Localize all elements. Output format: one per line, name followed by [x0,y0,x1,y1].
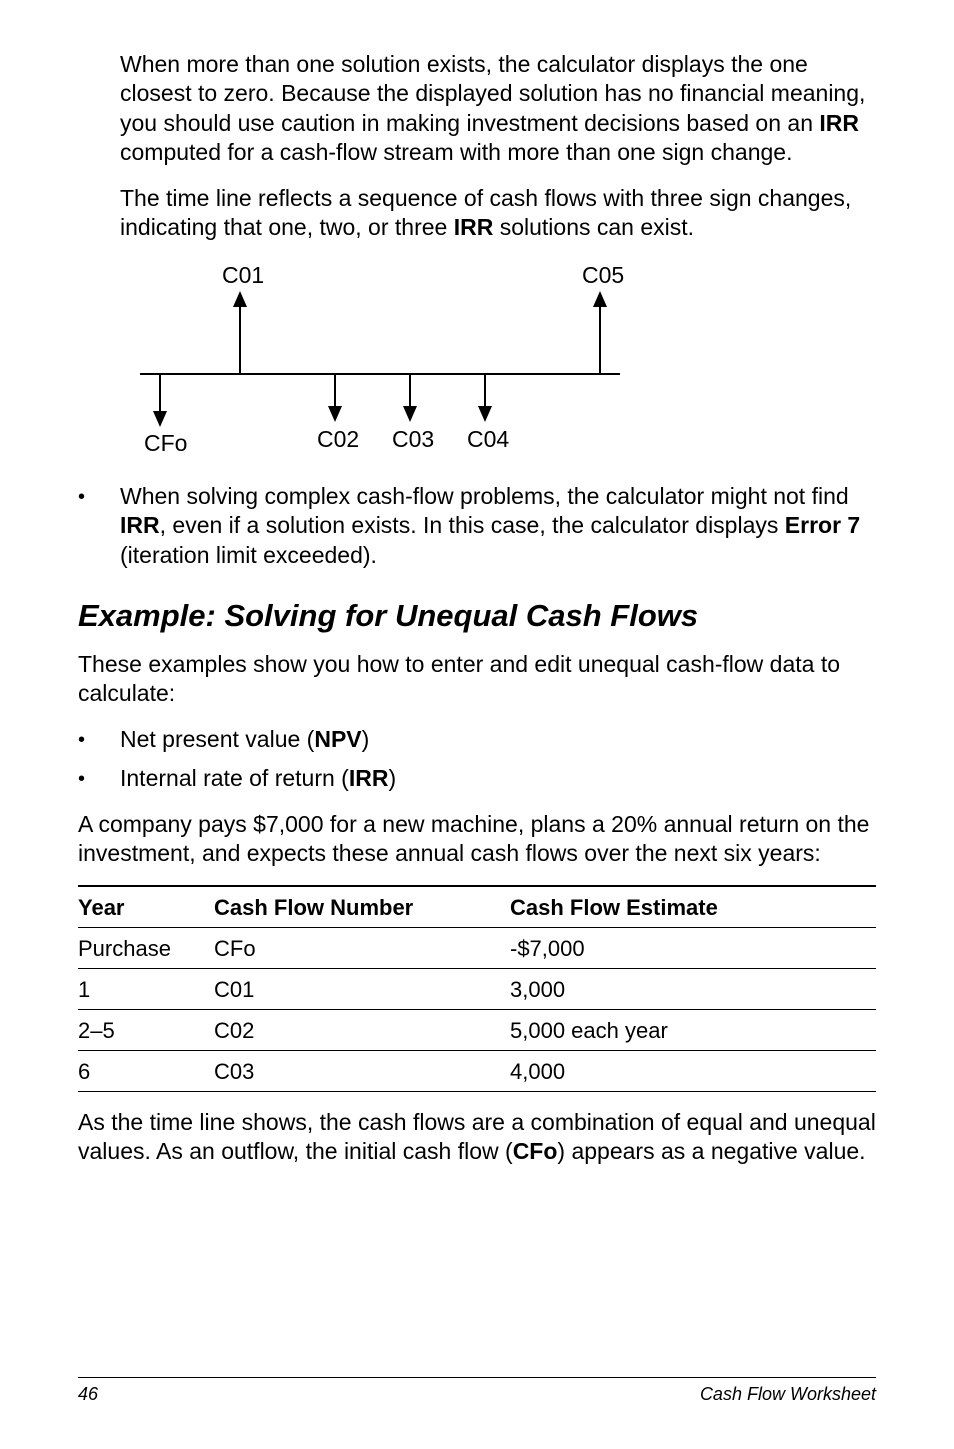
cell-year: 1 [78,968,214,1009]
table-row: Purchase CFo -$7,000 [78,927,876,968]
diagram-label-c02: C02 [317,426,359,452]
cell-cfn: CFo [214,927,510,968]
text: , even if a solution exists. In this cas… [160,512,785,538]
text: computed for a cash-flow stream with mor… [120,139,792,165]
text: ) appears as a negative value. [557,1138,865,1164]
diagram-label-c04: C04 [467,426,509,452]
cell-year: 6 [78,1050,214,1091]
bullet-icon [78,725,120,754]
table-row: 6 C03 4,000 [78,1050,876,1091]
text: ) [388,765,396,791]
diagram-label-c01: C01 [222,262,264,288]
cell-cfe: 5,000 each year [510,1009,876,1050]
bullet-complex-cashflow: When solving complex cash-flow problems,… [78,482,876,570]
diagram-label-cfo: CFo [144,430,187,456]
bullet-icon [78,482,120,570]
company-paragraph: A company pays $7,000 for a new machine,… [78,810,876,869]
irr-bold: IRR [819,110,859,136]
cell-cfe: -$7,000 [510,927,876,968]
irr-bold: IRR [120,512,160,538]
cashflow-table: Year Cash Flow Number Cash Flow Estimate… [78,885,876,1092]
bullet-irr: Internal rate of return (IRR) [78,764,876,793]
table-header-cfe: Cash Flow Estimate [510,886,876,928]
intro-paragraph: These examples show you how to enter and… [78,650,876,709]
table-header-cfn: Cash Flow Number [214,886,510,928]
paragraph-irr-caution: When more than one solution exists, the … [120,50,876,168]
cashflow-timeline-diagram: CFo C01 C02 C03 C04 C05 [120,259,640,464]
text: (iteration limit exceeded). [120,542,377,568]
closing-paragraph: As the time line shows, the cash flows a… [78,1108,876,1167]
footer-title: Cash Flow Worksheet [700,1384,876,1405]
error7-bold: Error 7 [785,512,860,538]
table-row: 2–5 C02 5,000 each year [78,1009,876,1050]
text: Net present value ( [120,726,314,752]
text: Internal rate of return ( [120,765,349,791]
irr-bold: IRR [349,765,389,791]
cell-cfn: C03 [214,1050,510,1091]
diagram-label-c05: C05 [582,262,624,288]
irr-bold: IRR [454,214,494,240]
cfo-bold: CFo [513,1138,558,1164]
paragraph-timeline: The time line reflects a sequence of cas… [120,184,876,243]
cell-cfn: C02 [214,1009,510,1050]
text: ) [362,726,370,752]
text: solutions can exist. [493,214,694,240]
npv-bold: NPV [314,726,361,752]
section-heading: Example: Solving for Unequal Cash Flows [78,598,876,634]
table-header-year: Year [78,886,214,928]
page-number: 46 [78,1384,98,1405]
table-row: 1 C01 3,000 [78,968,876,1009]
page-footer: 46 Cash Flow Worksheet [78,1377,876,1405]
cell-cfe: 3,000 [510,968,876,1009]
text: When more than one solution exists, the … [120,51,865,136]
diagram-label-c03: C03 [392,426,434,452]
cell-year: 2–5 [78,1009,214,1050]
cell-cfe: 4,000 [510,1050,876,1091]
cell-year: Purchase [78,927,214,968]
bullet-npv: Net present value (NPV) [78,725,876,754]
text: When solving complex cash-flow problems,… [120,483,849,509]
bullet-icon [78,764,120,793]
cell-cfn: C01 [214,968,510,1009]
